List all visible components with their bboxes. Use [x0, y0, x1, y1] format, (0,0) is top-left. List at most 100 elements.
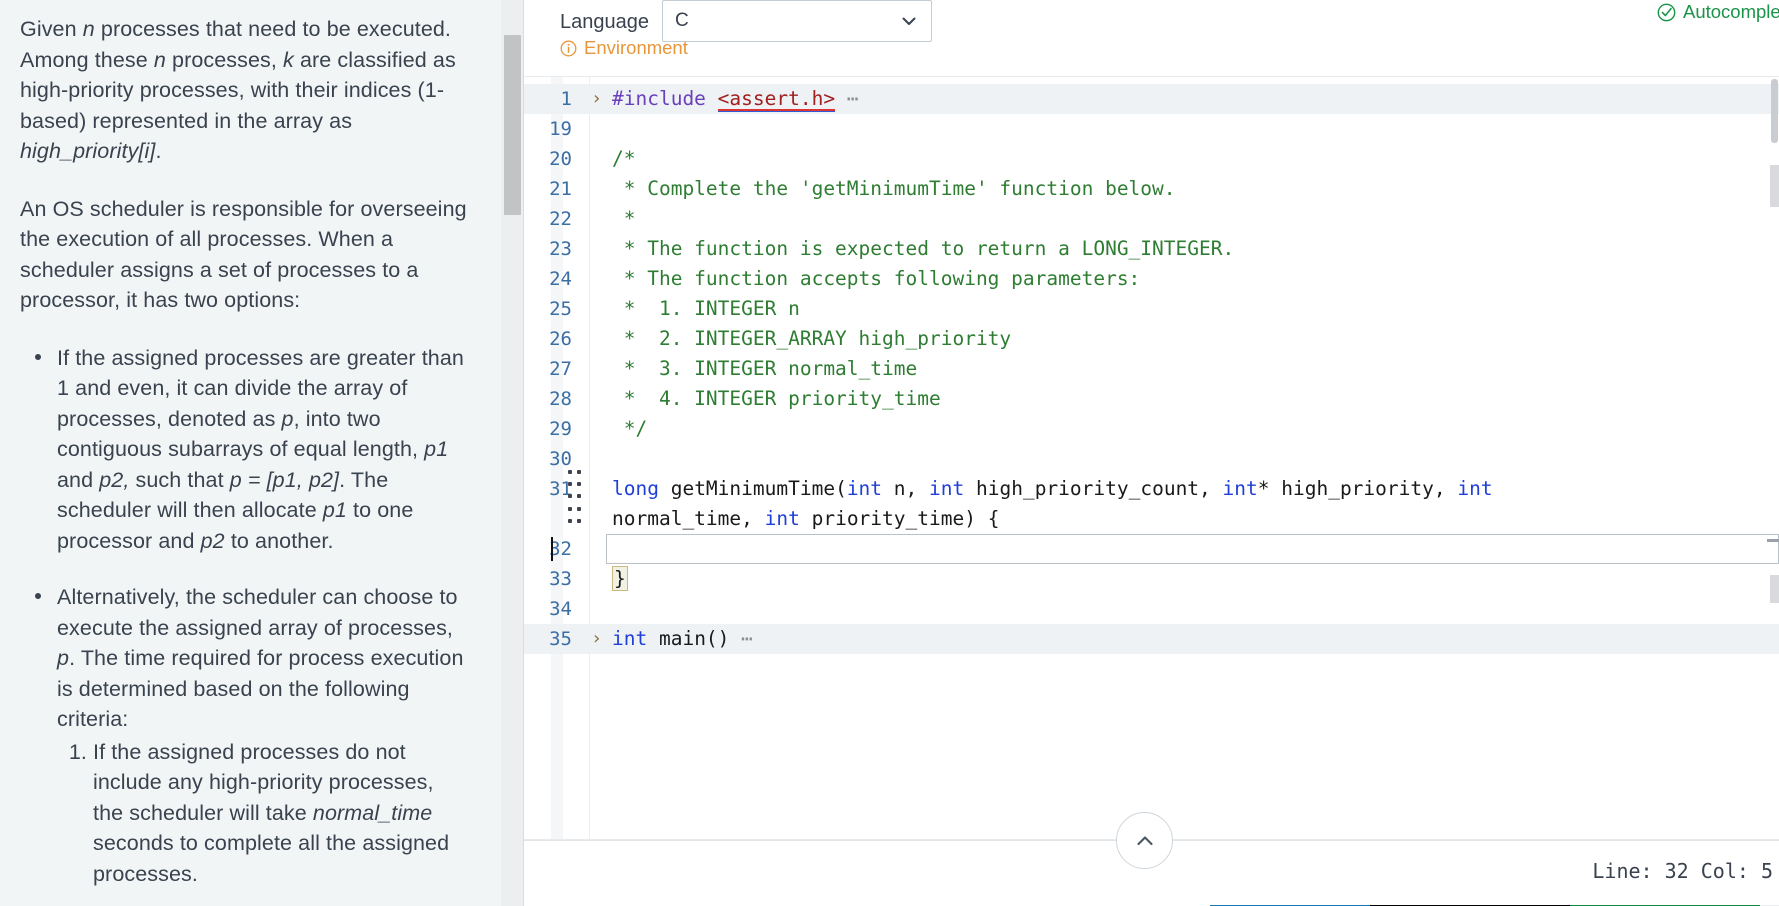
var-p-c: p	[57, 646, 70, 671]
fold-toggle-placeholder: ·	[584, 414, 609, 444]
editor-app: Given n processes that need to be execut…	[0, 0, 1779, 906]
code-line[interactable]: 27 · * 3. INTEGER normal_time	[524, 354, 1779, 384]
code-line[interactable]: 29 · */	[524, 414, 1779, 444]
token-closing-brace: }	[612, 566, 628, 591]
code-line-text: int main() ⋯	[609, 624, 1779, 654]
panel-resize-handle[interactable]	[568, 470, 582, 528]
fold-toggle-placeholder: ·	[584, 594, 609, 624]
code-line-text: #include <assert.h> ⋯	[609, 84, 1779, 114]
var-p-eq: p = [p1, p2]	[229, 467, 340, 492]
code-line[interactable]: 21 · * Complete the 'getMinimumTime' fun…	[524, 174, 1779, 204]
scrollbar-marker	[1767, 539, 1779, 542]
problem-scroll-area[interactable]: Given n processes that need to be execut…	[0, 0, 494, 906]
problem-criteria-list: 1. If the assigned processes do not incl…	[57, 737, 468, 890]
fold-toggle-icon[interactable]: ›	[584, 624, 609, 654]
line-number: 27	[549, 358, 572, 380]
code-line[interactable]: 30 ·	[524, 444, 1779, 474]
code-line[interactable]: 19 ·	[524, 114, 1779, 144]
scrollbar-thumb[interactable]	[504, 35, 521, 215]
code-line-text: }	[609, 564, 1779, 594]
autocomplete-status: Autocomplete Ready	[1657, 1, 1779, 23]
fold-toggle-placeholder: ·	[584, 324, 609, 354]
fold-toggle-icon[interactable]: ›	[584, 84, 609, 114]
problem-options-list: If the assigned processes are greater th…	[20, 343, 468, 890]
info-icon	[560, 40, 577, 57]
problem-paragraph-1: Given n processes that need to be execut…	[20, 17, 456, 164]
problem-statement-panel: Given n processes that need to be execut…	[0, 0, 524, 906]
token-param-normal: normal_time,	[612, 507, 765, 530]
code-lines[interactable]: 1 › #include <assert.h> ⋯ 19 · 20 · /*	[524, 84, 1779, 654]
language-label: Language	[560, 10, 649, 33]
token-int: int	[764, 507, 800, 530]
code-line[interactable]: 20 · /*	[524, 144, 1779, 174]
code-line[interactable]: 35 › int main() ⋯	[524, 624, 1779, 654]
fold-ellipsis-icon[interactable]: ⋯	[835, 87, 859, 110]
code-line-text: long getMinimumTime(int n, int high_prio…	[609, 474, 1779, 534]
code-line-text: */	[612, 417, 648, 440]
fold-toggle-placeholder: ·	[584, 534, 609, 564]
fold-toggle-placeholder: ·	[584, 444, 609, 474]
environment-link[interactable]: Environment	[560, 37, 688, 59]
code-line[interactable]: 33 · }	[524, 564, 1779, 594]
code-line-text: * 4. INTEGER priority_time	[612, 387, 941, 410]
token-param-priority: priority_time) {	[799, 507, 1000, 530]
token-long: long	[612, 477, 659, 500]
token-int: int	[929, 477, 965, 500]
problem-panel-scrollbar[interactable]	[501, 0, 524, 906]
fold-ellipsis-icon[interactable]: ⋯	[729, 627, 753, 650]
var-p1: p1	[424, 437, 449, 462]
token-int: int	[846, 477, 883, 500]
fold-toggle-placeholder: ·	[584, 354, 609, 384]
token-header-name: <assert.h>	[717, 87, 836, 112]
code-line[interactable]: 1 › #include <assert.h> ⋯	[524, 84, 1779, 114]
language-select[interactable]: C	[661, 0, 932, 42]
editor-toolbar: Language C Environment Autocomple	[524, 0, 1779, 77]
collapse-panel-button[interactable]	[1116, 812, 1173, 869]
line-number: 20	[549, 148, 572, 170]
cursor-position-status: Line: 32 Col: 5	[1592, 859, 1773, 883]
code-line-text: * 1. INTEGER n	[612, 297, 800, 320]
line-number: 1	[560, 88, 572, 110]
code-line-text: * The function is expected to return a L…	[612, 237, 1235, 260]
token-int: int	[1222, 477, 1258, 500]
code-line-text: * 3. INTEGER normal_time	[612, 357, 918, 380]
list-item: 1. If the assigned processes do not incl…	[57, 737, 468, 890]
fold-toggle-placeholder: ·	[584, 564, 609, 594]
code-line[interactable]: 31 · long getMinimumTime(int n, int high…	[524, 474, 1779, 534]
var-p2-b: p2	[200, 528, 225, 553]
code-line[interactable]: 25 · * 1. INTEGER n	[524, 294, 1779, 324]
line-number: 26	[549, 328, 572, 350]
code-line[interactable]: 34 ·	[524, 594, 1779, 624]
line-number: 21	[549, 178, 572, 200]
scrollbar-marker	[1770, 575, 1779, 603]
bullet-2-text: Alternatively, the scheduler can choose …	[57, 585, 464, 732]
code-line-active[interactable]: 32 ·	[524, 534, 1779, 564]
fold-toggle-placeholder: ·	[584, 114, 609, 144]
token-param-n: n,	[882, 477, 930, 500]
code-line[interactable]: 22 · *	[524, 204, 1779, 234]
language-group: Language C	[560, 0, 932, 42]
token-include: #include	[612, 87, 718, 110]
chevron-down-icon	[901, 13, 917, 29]
token-int: int	[1457, 477, 1493, 500]
line-number: 24	[549, 268, 572, 290]
line-number: 29	[549, 418, 572, 440]
code-editor-panel: Language C Environment Autocomple 1 › #i…	[524, 0, 1779, 906]
code-line[interactable]: 24 · * The function accepts following pa…	[524, 264, 1779, 294]
fold-toggle-placeholder: ·	[584, 144, 609, 174]
var-high-priority-i: high_priority[i]	[20, 139, 156, 164]
line-number: 22	[549, 208, 572, 230]
bullet-dot-icon	[35, 353, 41, 360]
code-area[interactable]: 1 › #include <assert.h> ⋯ 19 · 20 · /*	[524, 77, 1779, 839]
token-main: main()	[647, 627, 730, 650]
line-number: 19	[549, 118, 572, 140]
code-line-text: * Complete the 'getMinimumTime' function…	[612, 177, 1176, 200]
code-line[interactable]: 28 · * 4. INTEGER priority_time	[524, 384, 1779, 414]
var-n: n	[82, 17, 95, 41]
code-line[interactable]: 23 · * The function is expected to retur…	[524, 234, 1779, 264]
token-param-array: * high_priority,	[1257, 477, 1458, 500]
scrollbar-thumb[interactable]	[1771, 79, 1778, 143]
var-normal-time: normal_time	[312, 800, 433, 825]
code-line[interactable]: 26 · * 2. INTEGER_ARRAY high_priority	[524, 324, 1779, 354]
line-number: 34	[549, 598, 572, 620]
